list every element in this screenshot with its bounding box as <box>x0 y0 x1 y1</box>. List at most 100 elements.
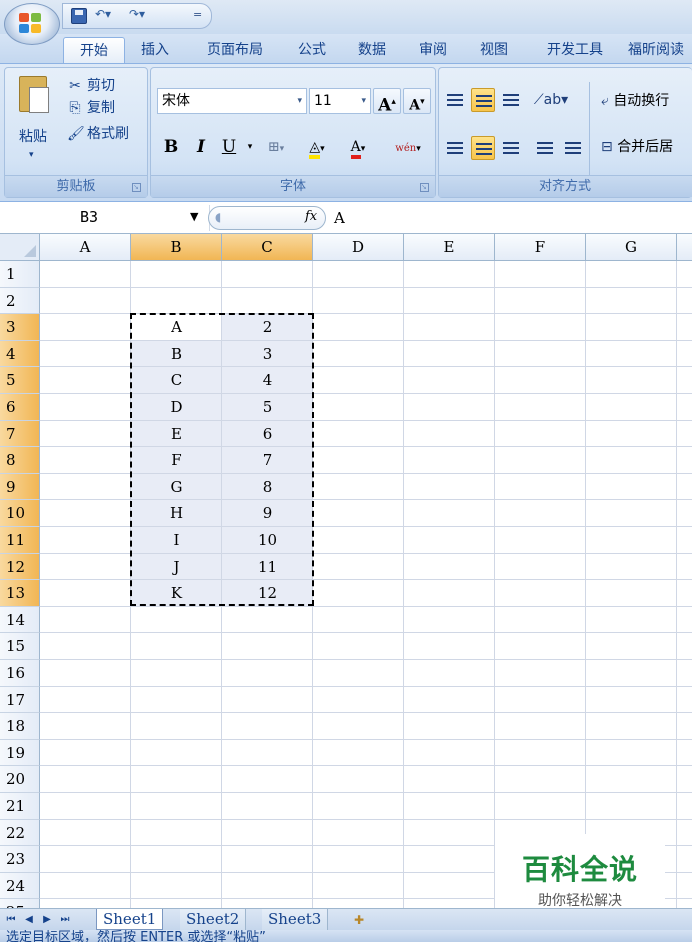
alignment-group-label: 对齐方式 <box>439 175 692 197</box>
ribbon: 粘贴 ▾ ✂ 剪切 ⎘ 复制 🖌 格式刷 剪贴板 ↘ 宋体 ▾ 11 ▾ A▴ A▾ … <box>0 63 692 202</box>
row-header-21[interactable]: 21 <box>0 793 40 820</box>
row-header-15[interactable]: 15 <box>0 633 40 660</box>
chevron-down-icon[interactable]: ▾ <box>243 134 257 160</box>
row-header-13[interactable]: 13 <box>0 580 40 607</box>
sheet-tab-bar: ⏮ ◀ ▶ ⏭ Sheet1 Sheet2 Sheet3 ✚ <box>0 908 692 930</box>
column-header-f[interactable]: F <box>495 234 586 261</box>
orientation-button[interactable]: ⟋ab▾ <box>531 88 571 112</box>
row-header-23[interactable]: 23 <box>0 846 40 873</box>
undo-icon[interactable]: ↶▾ <box>95 7 111 25</box>
tab-foxit-reader[interactable]: 福昕阅读 <box>628 37 692 64</box>
row-header-2[interactable]: 2 <box>0 287 40 315</box>
tab-review[interactable]: 审阅 <box>408 37 458 64</box>
tab-developer[interactable]: 开发工具 <box>530 37 620 64</box>
row-header-1[interactable]: 1 <box>0 261 40 288</box>
row-header-11[interactable]: 11 <box>0 527 40 554</box>
select-all-button[interactable] <box>0 234 40 261</box>
row-header-20[interactable]: 20 <box>0 766 40 793</box>
next-sheet-icon[interactable]: ▶ <box>40 912 54 928</box>
row-header-7[interactable]: 7 <box>0 420 40 448</box>
row-header-12[interactable]: 12 <box>0 553 40 581</box>
borders-button[interactable]: ⊞▾ <box>259 134 293 160</box>
column-header-e[interactable]: E <box>404 234 495 261</box>
row-header-5[interactable]: 5 <box>0 367 40 394</box>
fill-color-button[interactable]: ◬▾ <box>297 134 337 160</box>
row-header-16[interactable]: 16 <box>0 660 40 687</box>
align-center-button[interactable] <box>471 136 495 160</box>
chevron-down-icon[interactable]: ▼ <box>190 210 198 223</box>
font-size-select[interactable]: 11 ▾ <box>309 88 371 114</box>
clipboard-launcher-icon[interactable]: ↘ <box>132 183 141 192</box>
chevron-down-icon: ▾ <box>361 96 366 106</box>
font-launcher-icon[interactable]: ↘ <box>420 183 429 192</box>
row-header-24[interactable]: 24 <box>0 872 40 900</box>
formula-input[interactable]: A <box>330 205 690 231</box>
align-top-button[interactable] <box>443 88 467 112</box>
tab-formulas[interactable]: 公式 <box>287 37 337 64</box>
wrap-text-button[interactable]: ⤶ 自动换行 <box>601 90 669 112</box>
sheet-tab-sheet2[interactable]: Sheet2 <box>180 909 247 930</box>
font-color-button[interactable]: A▾ <box>339 134 377 160</box>
merge-center-icon: ⊟ <box>601 139 613 155</box>
paste-button[interactable]: 粘贴 ▾ <box>11 74 55 166</box>
bold-button[interactable]: B <box>157 134 185 160</box>
row-header-19[interactable]: 19 <box>0 739 40 767</box>
tab-data[interactable]: 数据 <box>347 37 397 64</box>
last-sheet-icon[interactable]: ⏭ <box>58 912 72 928</box>
sheet-tab-sheet3[interactable]: Sheet3 <box>262 909 329 930</box>
column-header-d[interactable]: D <box>313 234 404 261</box>
format-painter-button[interactable]: 🖌 格式刷 <box>67 124 129 144</box>
merge-center-button[interactable]: ⊟ 合并后居 <box>601 136 673 158</box>
row-header-14[interactable]: 14 <box>0 606 40 634</box>
name-box[interactable]: B3 ▼ <box>0 205 210 231</box>
insert-function-button[interactable]: fx <box>305 209 317 224</box>
row-header-8[interactable]: 8 <box>0 447 40 474</box>
cut-button[interactable]: ✂ 剪切 <box>67 76 115 96</box>
row-header-18[interactable]: 18 <box>0 713 40 740</box>
row-header-3[interactable]: 3 <box>0 314 40 341</box>
first-sheet-icon[interactable]: ⏮ <box>4 912 18 928</box>
align-bottom-button[interactable] <box>499 88 523 112</box>
row-header-17[interactable]: 17 <box>0 686 40 714</box>
row-header-22[interactable]: 22 <box>0 819 40 847</box>
office-button[interactable] <box>4 3 60 45</box>
align-bottom-icon <box>503 94 519 106</box>
worksheet-grid[interactable]: A B C D E F G 1 2 3 4 5 6 7 8 9 10 11 12 13 14 15 16 17 1… <box>0 234 692 908</box>
save-icon[interactable] <box>71 8 87 24</box>
phonetic-guide-icon: wén <box>395 143 417 154</box>
underline-button[interactable]: U <box>215 134 243 160</box>
redo-icon[interactable]: ↷▾ <box>129 7 145 25</box>
font-name-select[interactable]: 宋体 ▾ <box>157 88 307 114</box>
shrink-font-button[interactable]: A▾ <box>403 88 431 114</box>
column-header-a[interactable]: A <box>40 234 131 261</box>
decrease-indent-button[interactable] <box>533 136 557 160</box>
row-header-4[interactable]: 4 <box>0 340 40 368</box>
paintbrush-icon: 🖌 <box>67 126 85 142</box>
tab-page-layout[interactable]: 页面布局 <box>190 37 280 64</box>
column-header-g[interactable]: G <box>586 234 677 261</box>
tab-view[interactable]: 视图 <box>469 37 519 64</box>
copy-button[interactable]: ⎘ 复制 <box>67 98 115 118</box>
row-header-6[interactable]: 6 <box>0 394 40 421</box>
tab-insert[interactable]: 插入 <box>130 37 180 64</box>
align-left-button[interactable] <box>443 136 467 160</box>
sheet-tab-sheet1[interactable]: Sheet1 <box>96 909 164 930</box>
insert-sheet-icon[interactable]: ✚ <box>344 911 374 929</box>
align-middle-button[interactable] <box>471 88 495 112</box>
column-header-b[interactable]: B <box>131 234 222 261</box>
expand-icon[interactable]: ◖ <box>215 210 221 224</box>
row-header-25[interactable]: 25 <box>0 899 40 908</box>
prev-sheet-icon[interactable]: ◀ <box>22 912 36 928</box>
phonetic-guide-button[interactable]: wén▾ <box>387 134 429 160</box>
customize-qat-button[interactable]: = <box>193 8 205 24</box>
row-gridline <box>40 286 692 288</box>
row-header-10[interactable]: 10 <box>0 500 40 527</box>
tab-home[interactable]: 开始 <box>63 37 125 64</box>
align-right-button[interactable] <box>499 136 523 160</box>
italic-button[interactable]: I <box>187 134 215 160</box>
grow-font-button[interactable]: A▴ <box>373 88 401 116</box>
column-header-c[interactable]: C <box>222 234 313 261</box>
column-header-h[interactable] <box>677 234 692 261</box>
row-header-9[interactable]: 9 <box>0 473 40 501</box>
increase-indent-button[interactable] <box>561 136 585 160</box>
